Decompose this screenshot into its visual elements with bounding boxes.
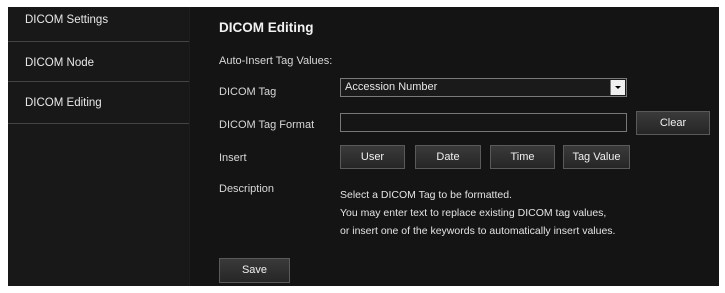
dicom-tag-format-input[interactable] — [340, 113, 627, 132]
description-text: Select a DICOM Tag to be formatted. You … — [340, 186, 615, 240]
clear-button[interactable]: Clear — [636, 111, 710, 135]
insert-label: Insert — [219, 152, 247, 164]
insert-user-button[interactable]: User — [340, 145, 405, 169]
sidebar: DICOM Settings DICOM Node DICOM Editing — [8, 7, 190, 286]
dicom-tag-select-value: Accession Number — [345, 81, 438, 93]
insert-date-button[interactable]: Date — [415, 145, 481, 169]
description-line: or insert one of the keywords to automat… — [340, 225, 616, 237]
description-label: Description — [219, 183, 275, 195]
chevron-down-icon[interactable] — [610, 80, 625, 95]
dicom-tag-select[interactable]: Accession Number — [340, 78, 627, 97]
app-window: DICOM Settings DICOM Node DICOM Editing … — [8, 7, 719, 286]
sidebar-item-dicom-settings[interactable]: DICOM Settings — [8, 7, 189, 42]
dicom-tag-format-label: DICOM Tag Format — [219, 119, 315, 131]
sidebar-item-label: DICOM Editing — [25, 97, 102, 109]
description-line: Select a DICOM Tag to be formatted. — [340, 189, 512, 201]
dicom-tag-label: DICOM Tag — [219, 86, 277, 98]
sidebar-item-label: DICOM Settings — [25, 14, 109, 26]
description-line: You may enter text to replace existing D… — [340, 207, 607, 219]
save-button[interactable]: Save — [219, 258, 290, 283]
auto-insert-label: Auto-Insert Tag Values: — [219, 55, 333, 67]
sidebar-item-label: DICOM Node — [25, 57, 95, 69]
sidebar-item-dicom-editing[interactable]: DICOM Editing — [8, 82, 189, 124]
insert-time-button[interactable]: Time — [490, 145, 555, 169]
main-panel: DICOM Editing Auto-Insert Tag Values: DI… — [190, 7, 719, 286]
insert-tag-value-button[interactable]: Tag Value — [563, 145, 630, 169]
page-title: DICOM Editing — [219, 20, 314, 35]
sidebar-item-dicom-node[interactable]: DICOM Node — [8, 42, 189, 82]
